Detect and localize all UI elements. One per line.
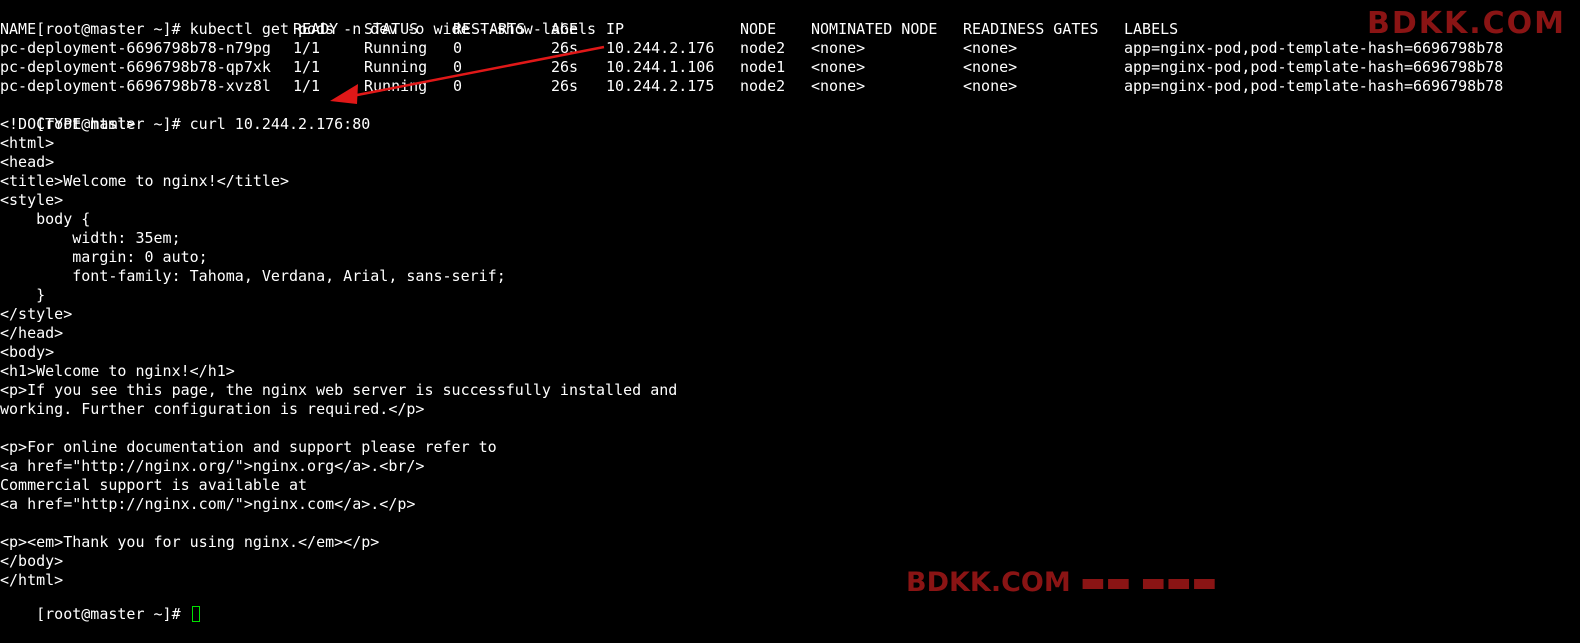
output-line: body { xyxy=(0,210,91,228)
table-cell-col-status: Running xyxy=(364,39,428,57)
table-cell-col-labels: app=nginx-pod,pod-template-hash=6696798b… xyxy=(1124,77,1504,95)
output-line: <a href="http://nginx.com/">nginx.com</a… xyxy=(0,495,416,513)
table-header-col-node: NODE xyxy=(740,20,777,38)
terminal-window[interactable]: [root@master ~]# kubectl get pods -n dev… xyxy=(0,0,1580,623)
table-cell-col-node: node2 xyxy=(740,77,786,95)
output-line: </body> xyxy=(0,552,64,570)
output-line: <html> xyxy=(0,134,55,152)
output-line: <p><em>Thank you for using nginx.</em></… xyxy=(0,533,380,551)
table-cell-col-restarts: 0 xyxy=(453,77,463,95)
output-line: width: 35em; xyxy=(0,229,181,247)
table-cell-col-node: node2 xyxy=(740,39,786,57)
table-cell-col-name: pc-deployment-6696798b78-xvz8l xyxy=(0,77,271,95)
watermark-logo: BDKK.COM xyxy=(1366,6,1566,41)
output-line: <p>If you see this page, the nginx web s… xyxy=(0,381,678,399)
output-line: <body> xyxy=(0,343,55,361)
table-cell-col-ready: 1/1 xyxy=(293,58,321,76)
table-cell-col-readiness-gates: <none> xyxy=(963,39,1018,57)
table-cell-col-restarts: 0 xyxy=(453,58,463,76)
watermark-logo: BDKK.COM ▬▬ ▬▬▬ xyxy=(906,567,1218,598)
output-line: Commercial support is available at xyxy=(0,476,308,494)
output-line: } xyxy=(0,286,46,304)
output-line: <h1>Welcome to nginx!</h1> xyxy=(0,362,235,380)
command-line: [root@master ~]# kubectl get pods -n dev… xyxy=(0,1,596,38)
table-cell-col-age: 26s xyxy=(551,58,579,76)
output-line: <style> xyxy=(0,191,64,209)
table-cell-col-ready: 1/1 xyxy=(293,77,321,95)
table-cell-col-readiness-gates: <none> xyxy=(963,77,1018,95)
output-line: <title>Welcome to nginx!</title> xyxy=(0,172,289,190)
table-cell-col-labels: app=nginx-pod,pod-template-hash=6696798b… xyxy=(1124,58,1504,76)
output-line: working. Further configuration is requir… xyxy=(0,400,425,418)
table-cell-col-name: pc-deployment-6696798b78-n79pg xyxy=(0,39,271,57)
table-cell-col-readiness-gates: <none> xyxy=(963,58,1018,76)
command-line[interactable]: [root@master ~]# xyxy=(0,586,200,623)
table-header-col-nominated-node: NOMINATED NODE xyxy=(811,20,938,38)
table-header-col-readiness-gates: READINESS GATES xyxy=(963,20,1099,38)
shell-prompt: [root@master ~]# xyxy=(36,20,190,38)
output-line: margin: 0 auto; xyxy=(0,248,208,266)
output-line: <head> xyxy=(0,153,55,171)
command-line: [root@master ~]# curl 10.244.2.176:80 xyxy=(0,96,370,133)
table-header-col-restarts: RESTARTS xyxy=(453,20,526,38)
table-cell-col-nominated-node: <none> xyxy=(811,39,866,57)
output-line: <a href="http://nginx.org/">nginx.org</a… xyxy=(0,457,425,475)
table-cell-col-status: Running xyxy=(364,77,428,95)
table-cell-col-age: 26s xyxy=(551,39,579,57)
table-cell-col-node: node1 xyxy=(740,58,786,76)
table-cell-col-nominated-node: <none> xyxy=(811,77,866,95)
output-line: font-family: Tahoma, Verdana, Arial, san… xyxy=(0,267,506,285)
table-header-col-name: NAME xyxy=(0,20,37,38)
table-cell-col-age: 26s xyxy=(551,77,579,95)
table-cell-col-ip: 10.244.1.106 xyxy=(606,58,715,76)
output-line: </head> xyxy=(0,324,64,342)
table-header-col-labels: LABELS xyxy=(1124,20,1179,38)
table-cell-col-ip: 10.244.2.176 xyxy=(606,39,715,57)
table-header-col-ip: IP xyxy=(606,20,625,38)
table-cell-col-name: pc-deployment-6696798b78-qp7xk xyxy=(0,58,271,76)
table-cell-col-nominated-node: <none> xyxy=(811,58,866,76)
output-line: <p>For online documentation and support … xyxy=(0,438,497,456)
curl-command: curl 10.244.2.176:80 xyxy=(189,115,371,133)
shell-prompt: [root@master ~]# xyxy=(36,605,190,623)
text-cursor xyxy=(191,606,200,622)
table-header-col-age: AGE xyxy=(551,20,579,38)
output-line: </style> xyxy=(0,305,73,323)
table-header-col-status: STATUS xyxy=(364,20,419,38)
table-cell-col-ready: 1/1 xyxy=(293,39,321,57)
table-cell-col-status: Running xyxy=(364,58,428,76)
table-cell-col-ip: 10.244.2.175 xyxy=(606,77,715,95)
table-cell-col-restarts: 0 xyxy=(453,39,463,57)
output-line: <!DOCTYPE html> xyxy=(0,115,136,133)
table-header-col-ready: READY xyxy=(293,20,339,38)
